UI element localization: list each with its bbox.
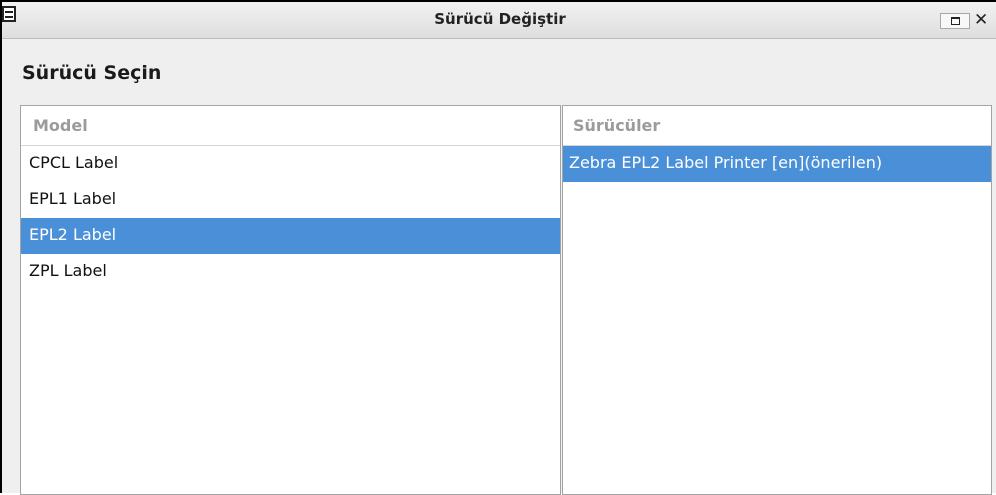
model-list-item[interactable]: ZPL Label [21, 254, 560, 290]
drivers-column-header[interactable]: Sürücüler [563, 106, 991, 146]
model-list-item[interactable]: EPL1 Label [21, 182, 560, 218]
close-icon: ✕ [974, 10, 989, 30]
driver-list-item-selected[interactable]: Zebra EPL2 Label Printer [en](önerilen) [563, 146, 991, 182]
maximize-button[interactable] [940, 13, 970, 29]
model-column-header[interactable]: Model [21, 106, 560, 146]
window-title: Sürücü Değiştir [434, 10, 566, 28]
model-list-item-selected[interactable]: EPL2 Label [21, 218, 560, 254]
title-bar[interactable]: Sürücü Değiştir ✕ [2, 2, 996, 39]
change-driver-dialog: Sürücü Değiştir ✕ Sürücü Seçin Model CPC… [0, 0, 996, 495]
close-button[interactable]: ✕ [974, 10, 996, 30]
driver-list[interactable]: Sürücüler Zebra EPL2 Label Printer [en](… [562, 105, 992, 495]
model-list[interactable]: Model CPCL Label EPL1 Label EPL2 Label Z… [20, 105, 561, 495]
page-title: Sürücü Seçin [22, 62, 162, 84]
maximize-icon [951, 17, 960, 25]
model-list-item[interactable]: CPCL Label [21, 146, 560, 182]
